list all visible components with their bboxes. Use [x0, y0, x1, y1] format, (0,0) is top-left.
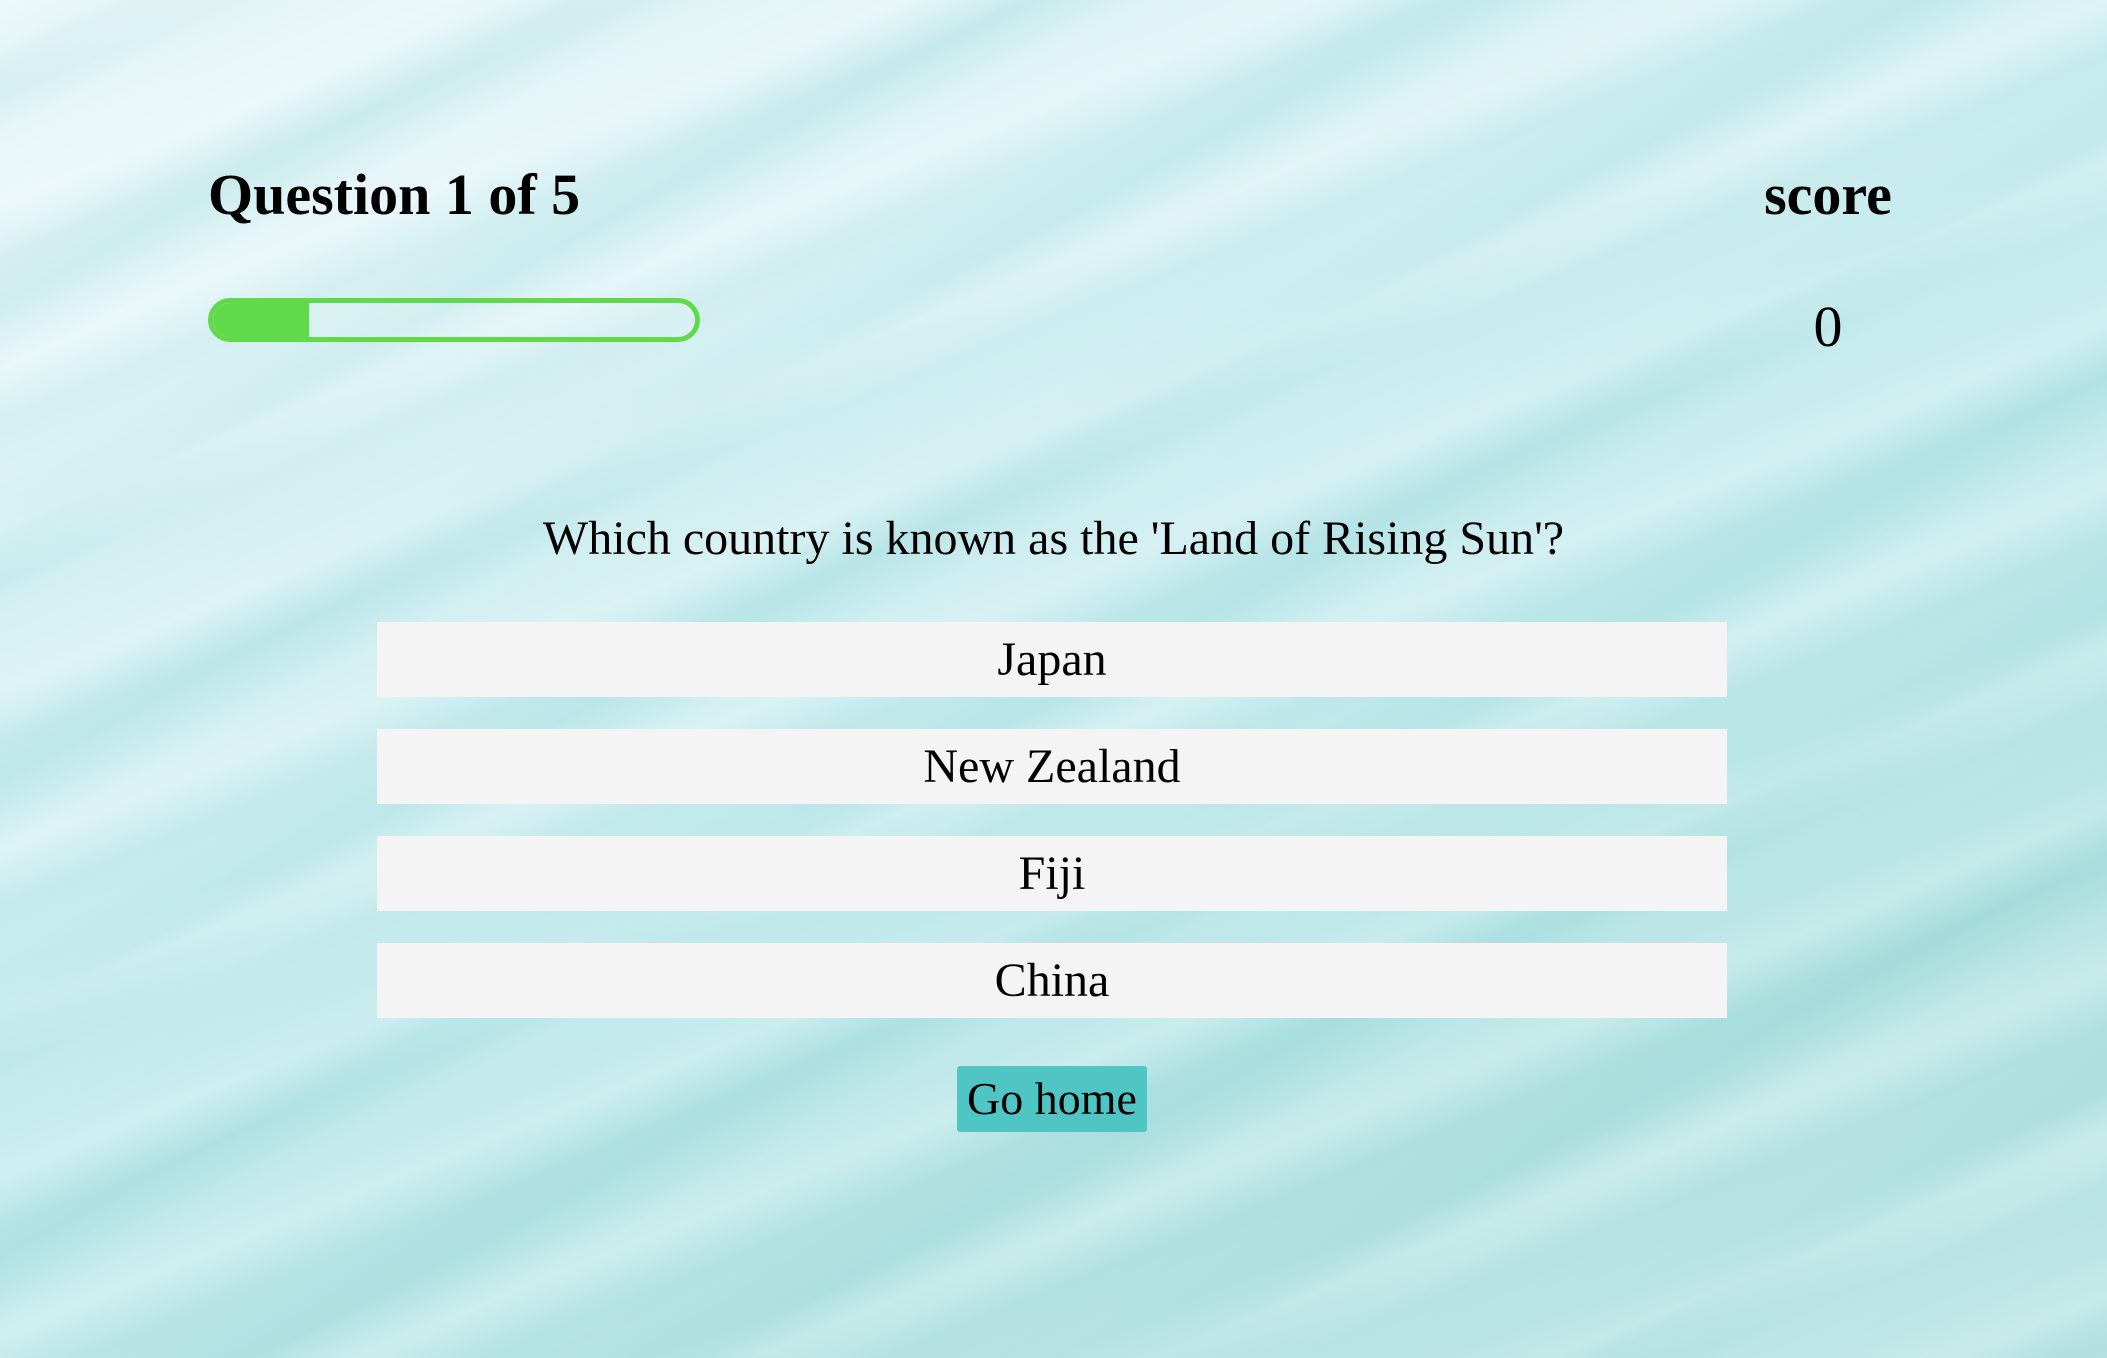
answer-option-new-zealand[interactable]: New Zealand [377, 729, 1727, 804]
question-counter: Question 1 of 5 [208, 162, 581, 227]
score-label: score [1764, 162, 1892, 227]
quiz-page: Question 1 of 5 score 0 Which country is… [0, 0, 2107, 1358]
score-value: 0 [1813, 294, 1843, 359]
answer-option-fiji[interactable]: Fiji [377, 836, 1727, 911]
progress-bar-fill [213, 303, 310, 337]
answer-option-china[interactable]: China [377, 943, 1727, 1018]
question-text: Which country is known as the 'Land of R… [542, 512, 1565, 565]
progress-bar [208, 298, 700, 342]
answer-option-japan[interactable]: Japan [377, 622, 1727, 697]
go-home-button[interactable]: Go home [957, 1066, 1147, 1132]
answer-options: Japan New Zealand Fiji China [377, 622, 1727, 1050]
